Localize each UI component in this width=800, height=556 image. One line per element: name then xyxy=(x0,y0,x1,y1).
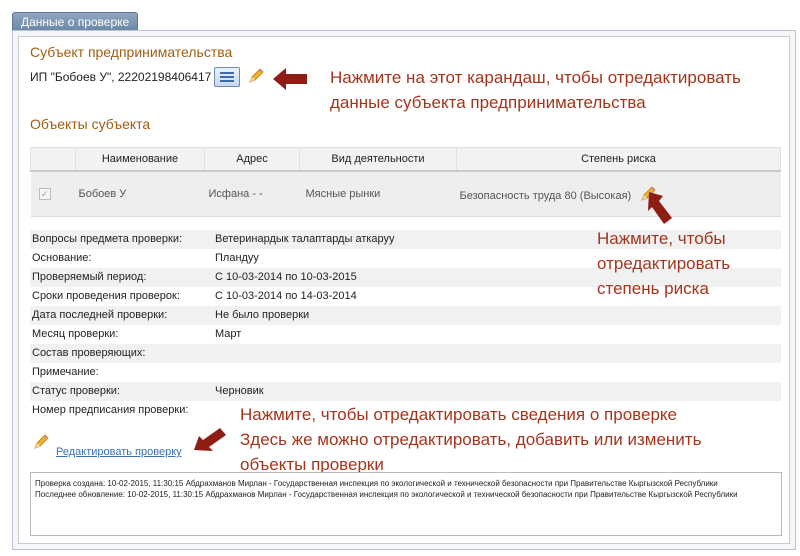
subject-name: ИП "Бобоев У", 22202198406417 xyxy=(30,70,212,84)
log-updated: Последнее обновление: 10-02-2015, 11:30:… xyxy=(35,490,738,499)
edit-inspection-link[interactable]: Редактировать проверку xyxy=(56,446,182,458)
history-log: Проверка создана: 10-02-2015, 11:30:15 А… xyxy=(30,472,782,536)
tab-inspection-data[interactable]: Данные о проверке xyxy=(12,12,139,31)
object-name: Бобоев У xyxy=(75,170,205,217)
column-header-name: Наименование xyxy=(75,147,205,172)
detail-row: Месяц проверки: Март xyxy=(32,328,242,340)
objects-section-title: Объекты субъекта xyxy=(30,116,151,132)
detail-row: Состав проверяющих: xyxy=(30,344,781,363)
annotation-risk-line3: степень риска xyxy=(597,279,709,298)
list-card-icon[interactable] xyxy=(214,67,240,87)
object-address: Исфана - - xyxy=(204,170,300,217)
detail-row: Дата последней проверки: Не было проверки xyxy=(30,306,781,325)
annotation-risk-line1: Нажмите, чтобы xyxy=(597,229,726,248)
subject-section-title: Субъект предпринимательства xyxy=(30,44,233,60)
arrow-left-icon xyxy=(194,428,226,451)
annotation-inspection-line1: Нажмите, чтобы отредактировать сведения … xyxy=(240,405,677,424)
object-risk: Безопасность труда 80 (Высокая) xyxy=(459,190,632,202)
column-header-select xyxy=(30,147,76,172)
column-header-activity: Вид деятельности xyxy=(299,147,457,172)
object-activity: Мясные рынки xyxy=(299,170,457,217)
column-header-risk: Степень риска xyxy=(456,147,781,172)
column-header-address: Адрес xyxy=(204,147,300,172)
object-risk-cell: Безопасность труда 80 (Высокая) xyxy=(456,170,781,217)
detail-row: Статус проверки: Черновик xyxy=(30,382,781,401)
annotation-inspection-line2: Здесь же можно отредактировать, добавить… xyxy=(240,430,702,449)
checkbox-icon[interactable]: ✓ xyxy=(38,188,51,200)
annotation-subject-line1: Нажмите на этот карандаш, чтобы отредакт… xyxy=(330,68,741,87)
annotation-subject-line2: данные субъекта предпринимательства xyxy=(330,93,646,112)
detail-row: Примечание: xyxy=(32,366,99,378)
pencil-icon[interactable] xyxy=(33,434,49,450)
arrow-up-icon xyxy=(648,192,672,224)
annotation-risk-line2: отредактировать xyxy=(597,254,731,273)
arrow-left-icon xyxy=(273,68,307,90)
pencil-icon[interactable] xyxy=(248,68,264,84)
log-created: Проверка создана: 10-02-2015, 11:30:15 А… xyxy=(35,479,718,488)
